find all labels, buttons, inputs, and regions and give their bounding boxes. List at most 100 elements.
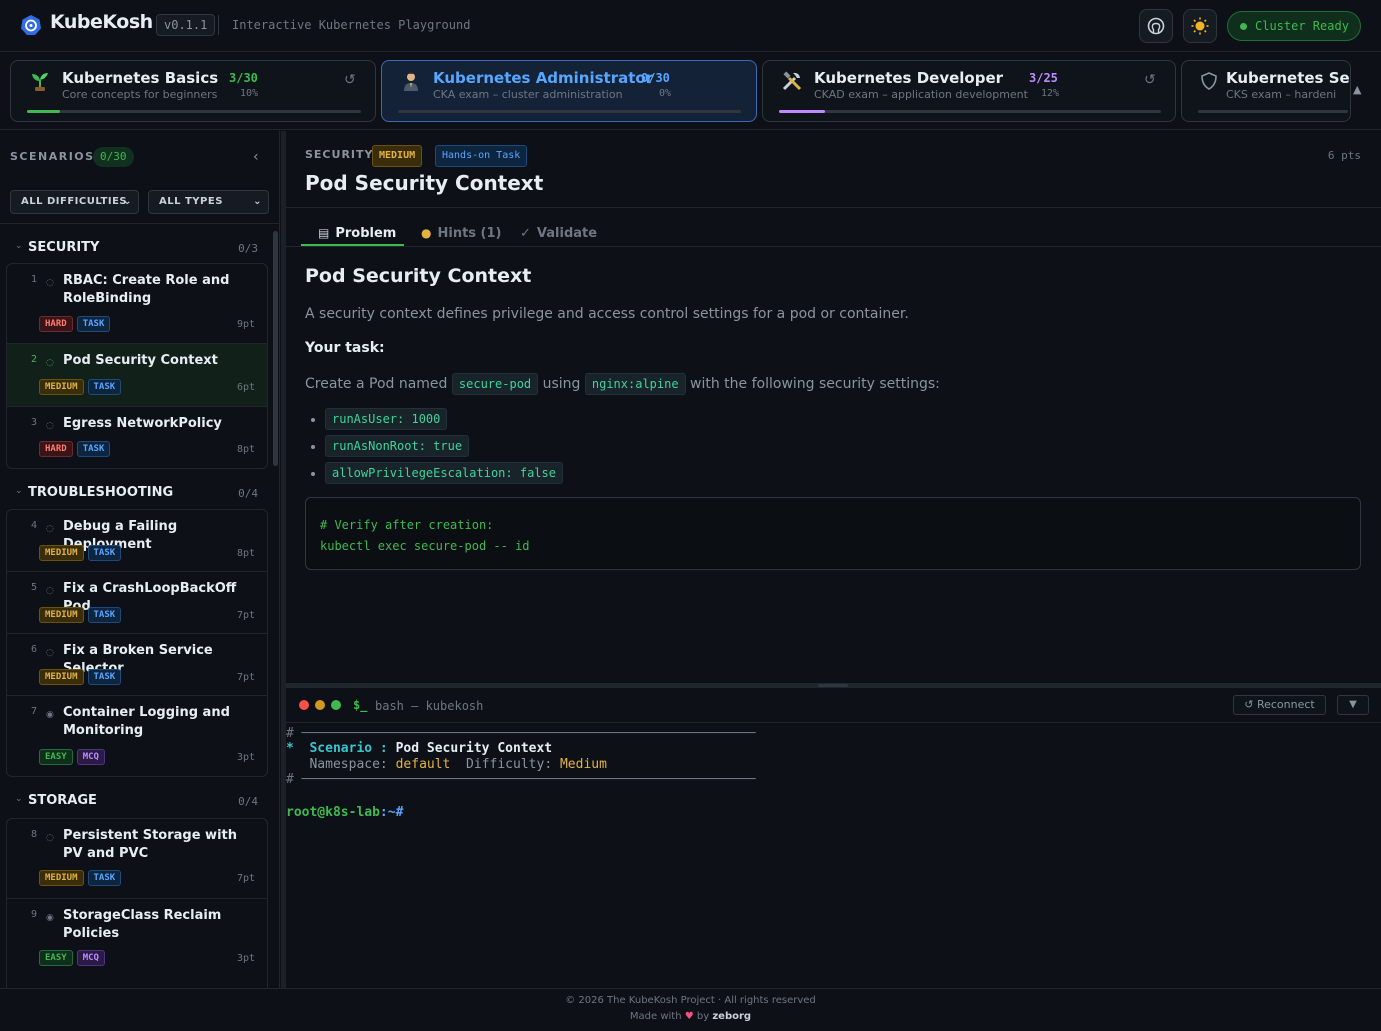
scenario-points: 7pt	[236, 672, 255, 683]
cluster-status-text: Cluster Ready	[1255, 19, 1349, 33]
track-count: 0/30	[641, 71, 670, 85]
category-storage[interactable]: ⌄ STORAGE 0/4	[0, 787, 270, 813]
minimize-dot-icon	[315, 700, 325, 710]
scenario-title: RBAC: Create Role and RoleBinding	[63, 273, 230, 306]
reconnect-button[interactable]: ↺ Reconnect	[1233, 695, 1326, 715]
scenario-item[interactable]: 6 ◌ Fix a Broken Service Selector MEDIUM…	[7, 634, 267, 696]
type-filter-select[interactable]: ALL TYPES ⌄	[148, 190, 269, 214]
theme-toggle-button[interactable]	[1183, 9, 1217, 43]
track-card-basics[interactable]: Kubernetes Basics Core concepts for begi…	[10, 60, 376, 122]
scenario-item[interactable]: 3 ◌ Egress NetworkPolicy HARD TASK 8pt	[7, 407, 267, 468]
chevron-down-icon: ⌄	[253, 196, 262, 207]
status-pending-icon: ◌	[46, 278, 54, 288]
status-pending-icon: ◌	[46, 648, 54, 658]
type-tag: TASK	[87, 545, 122, 561]
tab-problem[interactable]: ▤ Problem	[318, 219, 396, 247]
scenario-tags: HARD TASK	[39, 441, 111, 457]
status-pending-icon: ◌	[46, 833, 54, 843]
tab-validate[interactable]: ✓ Validate	[520, 219, 597, 247]
scenario-item-selected[interactable]: 2 ◌ Pod Security Context MEDIUM TASK 6pt	[7, 344, 267, 407]
task-text-pre: Create a Pod named	[305, 376, 448, 392]
terminal-separator: # ──────────────────────────────────────…	[286, 772, 756, 787]
status-pending-icon: ◌	[46, 586, 54, 596]
type-tag: TASK	[76, 441, 111, 457]
track-card-developer[interactable]: Kubernetes Developer CKAD exam – applica…	[762, 60, 1176, 122]
category-group-security: 1 ◌ RBAC: Create Role and RoleBinding HA…	[6, 263, 268, 469]
difficulty-tag: MEDIUM	[39, 669, 84, 685]
lightbulb-icon: ●	[421, 226, 432, 240]
github-button[interactable]	[1139, 9, 1173, 43]
page-footer: © 2026 The KubeKosh Project · All rights…	[0, 988, 1381, 1031]
tab-hints[interactable]: ● Hints (1)	[421, 219, 501, 247]
difficulty-tag: EASY	[39, 749, 73, 765]
close-dot-icon	[299, 700, 309, 710]
collapse-terminal-button[interactable]: ▼	[1337, 695, 1369, 715]
category-troubleshooting[interactable]: ⌄ TROUBLESHOOTING 0/4	[0, 479, 270, 505]
tab-label: Validate	[536, 225, 598, 241]
namespace-value: default	[395, 757, 451, 772]
status-pending-icon: ◌	[46, 421, 54, 431]
type-badge: Hands-on Task	[435, 145, 528, 167]
scenario-item[interactable]: 4 ◌ Debug a Failing Deployment MEDIUM TA…	[7, 510, 267, 572]
chevron-down-icon: ⌄	[15, 794, 23, 804]
scenario-points: 7pt	[236, 610, 255, 621]
track-selector: Kubernetes Basics Core concepts for begi…	[0, 53, 1381, 130]
scenario-item[interactable]: 9 ◉ StorageClass Reclaim Policies EASY M…	[7, 899, 267, 979]
admin-user-icon	[400, 70, 422, 92]
task-text-mid: using	[542, 376, 581, 392]
checkmark-icon: ✓	[520, 225, 531, 241]
chevron-down-icon: ⌄	[15, 486, 23, 496]
status-mcq-icon: ◉	[46, 913, 54, 923]
sidebar-divider	[0, 223, 279, 224]
terminal-prompt: root@k8s-lab:~#	[286, 805, 403, 821]
problem-content: Pod Security Context A security context …	[305, 265, 1365, 489]
category-name: STORAGE	[28, 793, 97, 808]
track-progress-fill	[27, 110, 61, 113]
scenario-item[interactable]: 1 ◌ RBAC: Create Role and RoleBinding HA…	[7, 264, 267, 344]
track-card-security[interactable]: Kubernetes Se CKS exam – hardeni	[1181, 60, 1351, 122]
terminal-title: bash — kubekosh	[375, 699, 484, 713]
category-name: SECURITY	[28, 240, 100, 255]
list-item: runAsNonRoot: true	[325, 435, 1365, 457]
scenario-item[interactable]: 8 ◌ Persistent Storage with PV and PVC M…	[7, 819, 267, 899]
author-link[interactable]: zeborg	[712, 1011, 751, 1022]
scenario-item[interactable]: 5 ◌ Fix a CrashLoopBackOff Pod MEDIUM TA…	[7, 572, 267, 634]
task-text-post: with the following security settings:	[690, 376, 940, 392]
shield-icon	[1198, 70, 1220, 92]
type-tag: TASK	[87, 379, 122, 395]
type-tag: TASK	[87, 607, 122, 623]
terminal-panel[interactable]: $_ bash — kubekosh ↺ Reconnect ▼ # ─────…	[286, 688, 1381, 988]
category-name: TROUBLESHOOTING	[28, 485, 174, 500]
type-tag: TASK	[76, 316, 111, 332]
scenario-title: Pod Security Context	[305, 171, 544, 195]
asterisk-icon: *	[286, 741, 294, 756]
track-name: Kubernetes Developer	[814, 69, 1004, 87]
prompt-user: root@k8s-lab	[286, 805, 380, 820]
collapse-tracks-icon[interactable]: ▲	[1353, 83, 1361, 96]
track-desc: CKAD exam – application development	[814, 88, 1028, 101]
scenario-number: 4	[31, 520, 38, 531]
track-progress-bar	[1198, 110, 1348, 113]
tab-label: Hints (1)	[437, 225, 502, 241]
category-count: 0/4	[238, 795, 258, 808]
difficulty-filter-select[interactable]: ALL DIFFICULTIES ⌄	[10, 190, 139, 214]
type-tag: TASK	[87, 870, 122, 886]
scenario-item[interactable]: 7 ◉ Container Logging and Monitoring EAS…	[7, 696, 267, 776]
problem-intro: A security context defines privilege and…	[305, 306, 909, 322]
status-pending-icon: ◌	[46, 358, 54, 368]
track-name: Kubernetes Administrator	[433, 69, 654, 87]
track-percent: 0%	[659, 88, 672, 99]
collapse-sidebar-icon[interactable]: ‹	[253, 149, 259, 165]
cluster-status-badge: Cluster Ready	[1227, 11, 1361, 41]
reset-icon[interactable]: ↺	[344, 72, 356, 88]
track-card-administrator[interactable]: Kubernetes Administrator CKA exam – clus…	[381, 60, 757, 122]
scenario-points: 6pt	[236, 382, 255, 393]
reset-icon[interactable]: ↺	[1144, 72, 1156, 88]
track-desc: CKS exam – hardeni	[1226, 88, 1337, 101]
scenario-number: 7	[31, 706, 38, 717]
track-progress-bar	[779, 110, 1161, 113]
kubernetes-logo-icon	[21, 15, 41, 35]
category-security[interactable]: ⌄ SECURITY 0/3	[0, 234, 270, 260]
sidebar-scrollbar[interactable]	[273, 231, 278, 466]
scenario-title: Egress NetworkPolicy	[63, 416, 222, 431]
